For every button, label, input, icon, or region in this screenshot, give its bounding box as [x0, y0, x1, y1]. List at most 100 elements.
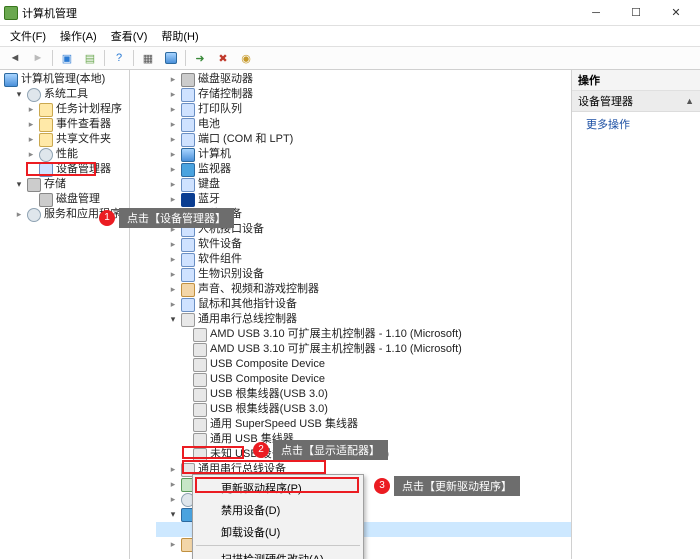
tree-sys-tools[interactable]: ▾系统工具	[2, 87, 129, 102]
ctx-scan[interactable]: 扫描检测硬件改动(A)	[195, 548, 361, 559]
left-tree-panel: 计算机管理(本地) ▾系统工具 ▸ 任务计划程序 ▸事件查看器 ▸共享文件夹 ▸性…	[0, 70, 130, 559]
fwd-button[interactable]: ►	[27, 48, 49, 68]
ctx-update[interactable]: 更新驱动程序(P)	[195, 477, 361, 499]
dev-3[interactable]: ▸电池	[156, 117, 571, 132]
device-icon	[193, 328, 207, 342]
menu-file[interactable]: 文件(F)	[4, 26, 52, 46]
actions-more[interactable]: 更多操作	[572, 112, 700, 136]
dev-7[interactable]: ▸ 键盘	[156, 177, 571, 192]
chevron-down-icon[interactable]: ▾	[14, 90, 24, 100]
dev-13[interactable]: ▸ 生物识别设备	[156, 267, 571, 282]
tree-storage[interactable]: ▾存储	[2, 177, 129, 192]
chevron-right-icon[interactable]: ▸	[168, 495, 178, 505]
chevron-right-icon[interactable]: ▸	[26, 135, 36, 145]
tree-label: 磁盘管理	[56, 192, 100, 207]
chevron-right-icon[interactable]: ▸	[168, 105, 178, 115]
help-button[interactable]: ?	[108, 48, 130, 68]
enable-icon[interactable]: ➜	[189, 48, 211, 68]
chevron-down-icon[interactable]: ▾	[14, 180, 24, 190]
tree-label: 任务计划程序	[56, 102, 122, 117]
show-hide-tree-button[interactable]: ▤	[79, 48, 101, 68]
tree-eventvwr[interactable]: ▸事件查看器	[2, 117, 129, 132]
uninstall-icon[interactable]: ✖	[212, 48, 234, 68]
chevron-right-icon[interactable]: ▸	[168, 120, 178, 130]
dev-usb-6[interactable]: 通用 SuperSpeed USB 集线器	[156, 417, 571, 432]
update-icon[interactable]: ◉	[235, 48, 257, 68]
chevron-right-icon[interactable]: ▸	[168, 135, 178, 145]
device-label: 键盘	[198, 177, 220, 192]
refresh-icon[interactable]: ▦	[137, 48, 159, 68]
chevron-right-icon[interactable]: ▸	[168, 75, 178, 85]
device-label: 通用 SuperSpeed USB 集线器	[210, 417, 358, 432]
actions-header: 操作	[572, 70, 700, 91]
chevron-right-icon[interactable]: ▸	[168, 480, 178, 490]
chevron-right-icon[interactable]: ▸	[168, 165, 178, 175]
tree-services[interactable]: ▸服务和应用程序	[2, 207, 129, 222]
dev-usb-8[interactable]: 未知 USB 设备(设备描述符请求失败)	[156, 447, 571, 462]
chevron-right-icon[interactable]: ▸	[168, 540, 178, 550]
chevron-right-icon[interactable]: ▸	[168, 195, 178, 205]
tree-root[interactable]: 计算机管理(本地)	[2, 72, 129, 87]
maximize-button[interactable]: ☐	[616, 0, 656, 26]
chevron-right-icon[interactable]: ▸	[168, 270, 178, 280]
device-label: 鼠标和其他指针设备	[198, 297, 297, 312]
chevron-right-icon[interactable]: ▸	[168, 285, 178, 295]
dev-4[interactable]: ▸端口 (COM 和 LPT)	[156, 132, 571, 147]
dev-10[interactable]: ▸人机接口设备	[156, 222, 571, 237]
chevron-right-icon[interactable]: ▸	[168, 240, 178, 250]
tree-task-sched[interactable]: ▸ 任务计划程序	[2, 102, 129, 117]
tree-diskmgmt[interactable]: 磁盘管理	[2, 192, 129, 207]
device-label: USB Composite Device	[210, 357, 325, 372]
chevron-right-icon[interactable]: ▸	[26, 150, 36, 160]
chevron-right-icon[interactable]: ▸	[168, 210, 178, 220]
tree-shared[interactable]: ▸共享文件夹	[2, 132, 129, 147]
ctx-uninstall[interactable]: 卸载设备(U)	[195, 521, 361, 543]
main-area: 计算机管理(本地) ▾系统工具 ▸ 任务计划程序 ▸事件查看器 ▸共享文件夹 ▸性…	[0, 70, 700, 559]
dev-6[interactable]: ▸监视器	[156, 162, 571, 177]
chevron-down-icon[interactable]: ▾	[168, 510, 178, 520]
chevron-right-icon[interactable]: ▸	[26, 105, 36, 115]
dev-usb[interactable]: ▾通用串行总线控制器	[156, 312, 571, 327]
dev-usb-1[interactable]: AMD USB 3.10 可扩展主机控制器 - 1.10 (Microsoft)	[156, 342, 571, 357]
device-label: 生物识别设备	[198, 267, 264, 282]
chevron-right-icon[interactable]: ▸	[168, 90, 178, 100]
scan-icon[interactable]	[160, 48, 182, 68]
dev-8[interactable]: ▸蓝牙	[156, 192, 571, 207]
chevron-right-icon[interactable]: ▸	[168, 300, 178, 310]
dev-11[interactable]: ▸软件设备	[156, 237, 571, 252]
dev-9[interactable]: ▸其他设备	[156, 207, 571, 222]
dev-5[interactable]: ▸计算机	[156, 147, 571, 162]
dev-1[interactable]: ▸存储控制器	[156, 87, 571, 102]
menu-view[interactable]: 查看(V)	[105, 26, 154, 46]
chevron-down-icon[interactable]: ▾	[168, 315, 178, 325]
tree-devmgr[interactable]: 设备管理器	[2, 162, 129, 177]
ctx-disable[interactable]: 禁用设备(D)	[195, 499, 361, 521]
minimize-button[interactable]: ─	[576, 0, 616, 26]
dev-usb-0[interactable]: AMD USB 3.10 可扩展主机控制器 - 1.10 (Microsoft)	[156, 327, 571, 342]
dev-12[interactable]: ▸软件组件	[156, 252, 571, 267]
actions-section[interactable]: 设备管理器 ▲	[572, 91, 700, 112]
dev-usb-5[interactable]: USB 根集线器(USB 3.0)	[156, 402, 571, 417]
dev-14[interactable]: ▸声音、视频和游戏控制器	[156, 282, 571, 297]
chevron-right-icon[interactable]: ▸	[168, 225, 178, 235]
menu-action[interactable]: 操作(A)	[54, 26, 103, 46]
chevron-right-icon[interactable]: ▸	[168, 180, 178, 190]
dev-usb-3[interactable]: USB Composite Device	[156, 372, 571, 387]
menu-help[interactable]: 帮助(H)	[155, 26, 204, 46]
chevron-right-icon[interactable]: ▸	[14, 210, 24, 220]
dev-15[interactable]: ▸ 鼠标和其他指针设备	[156, 297, 571, 312]
dev-usb-4[interactable]: USB 根集线器(USB 3.0)	[156, 387, 571, 402]
chevron-right-icon[interactable]: ▸	[168, 255, 178, 265]
chevron-right-icon[interactable]: ▸	[168, 150, 178, 160]
dev-2[interactable]: ▸打印队列	[156, 102, 571, 117]
chevron-right-icon[interactable]: ▸	[26, 120, 36, 130]
device-icon	[193, 388, 207, 402]
close-button[interactable]: ✕	[656, 0, 696, 26]
dev-usb-7[interactable]: 通用 USB 集线器	[156, 432, 571, 447]
tree-perf[interactable]: ▸性能	[2, 147, 129, 162]
back-button[interactable]: ◄	[4, 48, 26, 68]
chevron-right-icon[interactable]: ▸	[168, 465, 178, 475]
dev-0[interactable]: ▸磁盘驱动器	[156, 72, 571, 87]
up-button[interactable]: ▣	[56, 48, 78, 68]
dev-usb-2[interactable]: USB Composite Device	[156, 357, 571, 372]
